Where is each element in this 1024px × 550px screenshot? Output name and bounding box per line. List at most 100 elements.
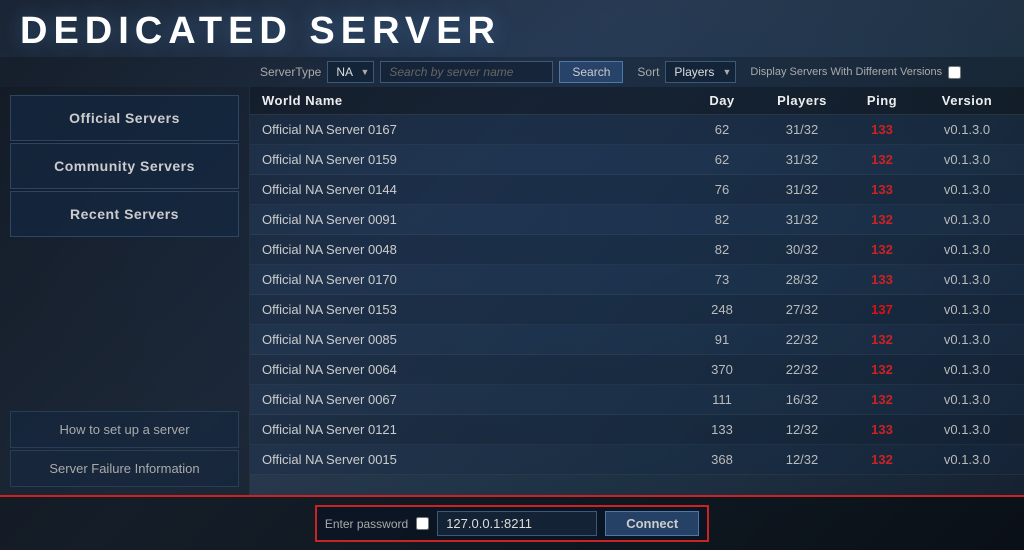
server-players: 22/32 [762, 362, 842, 377]
server-ping: 133 [842, 422, 922, 437]
sidebar-bottom: How to set up a server Server Failure In… [10, 411, 239, 487]
server-name: Official NA Server 0015 [262, 452, 682, 467]
table-row[interactable]: Official NA Server 0167 62 31/32 133 v0.… [250, 115, 1024, 145]
search-input[interactable] [380, 61, 553, 83]
server-ping: 132 [842, 392, 922, 407]
server-ping: 133 [842, 122, 922, 137]
server-version: v0.1.3.0 [922, 302, 1012, 317]
server-players: 27/32 [762, 302, 842, 317]
server-list-area: World Name Day Players Ping Version Offi… [250, 87, 1024, 495]
server-players: 31/32 [762, 122, 842, 137]
col-version-header: Version [922, 93, 1012, 108]
server-day: 76 [682, 182, 762, 197]
server-ping: 132 [842, 152, 922, 167]
server-version: v0.1.3.0 [922, 332, 1012, 347]
server-type-label: ServerType [260, 65, 321, 79]
server-ping: 132 [842, 332, 922, 347]
server-ping: 132 [842, 362, 922, 377]
server-players: 28/32 [762, 272, 842, 287]
server-day: 133 [682, 422, 762, 437]
server-day: 82 [682, 212, 762, 227]
server-name: Official NA Server 0091 [262, 212, 682, 227]
search-button[interactable]: Search [559, 61, 623, 83]
server-day: 370 [682, 362, 762, 377]
main-content: DEDICATED SERVER ServerType NA EU AS Sea… [0, 0, 1024, 550]
diff-versions-checkbox[interactable] [948, 66, 961, 79]
table-row[interactable]: Official NA Server 0085 91 22/32 132 v0.… [250, 325, 1024, 355]
sort-select[interactable]: Players Ping Day [665, 61, 736, 83]
table-header: World Name Day Players Ping Version [250, 87, 1024, 115]
server-version: v0.1.3.0 [922, 212, 1012, 227]
server-version: v0.1.3.0 [922, 452, 1012, 467]
ip-input[interactable] [437, 511, 597, 536]
sidebar-item-official[interactable]: Official Servers [10, 95, 239, 141]
sort-wrapper[interactable]: Players Ping Day [665, 61, 736, 83]
server-name: Official NA Server 0064 [262, 362, 682, 377]
table-row[interactable]: Official NA Server 0048 82 30/32 132 v0.… [250, 235, 1024, 265]
server-day: 111 [682, 392, 762, 407]
main-area: Official Servers Community Servers Recen… [0, 87, 1024, 495]
table-row[interactable]: Official NA Server 0067 111 16/32 132 v0… [250, 385, 1024, 415]
table-row[interactable]: Official NA Server 0121 133 12/32 133 v0… [250, 415, 1024, 445]
bottom-bar-inner: Enter password Connect [315, 505, 709, 542]
server-players: 30/32 [762, 242, 842, 257]
bottom-bar: Enter password Connect [0, 495, 1024, 550]
server-day: 82 [682, 242, 762, 257]
server-players: 31/32 [762, 152, 842, 167]
sidebar-item-recent[interactable]: Recent Servers [10, 191, 239, 237]
col-ping-header: Ping [842, 93, 922, 108]
table-row[interactable]: Official NA Server 0064 370 22/32 132 v0… [250, 355, 1024, 385]
server-version: v0.1.3.0 [922, 122, 1012, 137]
server-version: v0.1.3.0 [922, 152, 1012, 167]
server-day: 248 [682, 302, 762, 317]
table-row[interactable]: Official NA Server 0015 368 12/32 132 v0… [250, 445, 1024, 475]
server-day: 62 [682, 152, 762, 167]
server-version: v0.1.3.0 [922, 422, 1012, 437]
table-row[interactable]: Official NA Server 0091 82 31/32 132 v0.… [250, 205, 1024, 235]
col-day-header: Day [682, 93, 762, 108]
server-players: 12/32 [762, 452, 842, 467]
server-version: v0.1.3.0 [922, 392, 1012, 407]
server-name: Official NA Server 0067 [262, 392, 682, 407]
connect-button[interactable]: Connect [605, 511, 699, 536]
sidebar-item-failure[interactable]: Server Failure Information [10, 450, 239, 487]
server-players: 22/32 [762, 332, 842, 347]
server-ping: 132 [842, 212, 922, 227]
server-players: 16/32 [762, 392, 842, 407]
col-world-name: World Name [262, 93, 682, 108]
server-ping: 132 [842, 242, 922, 257]
server-name: Official NA Server 0121 [262, 422, 682, 437]
server-type-select[interactable]: NA EU AS [327, 61, 374, 83]
server-version: v0.1.3.0 [922, 272, 1012, 287]
server-ping: 133 [842, 182, 922, 197]
diff-versions-label: Display Servers With Different Versions [750, 66, 942, 78]
server-ping: 133 [842, 272, 922, 287]
sidebar-spacer [10, 239, 239, 409]
table-row[interactable]: Official NA Server 0170 73 28/32 133 v0.… [250, 265, 1024, 295]
server-day: 368 [682, 452, 762, 467]
server-name: Official NA Server 0159 [262, 152, 682, 167]
sidebar-item-howto[interactable]: How to set up a server [10, 411, 239, 448]
server-name: Official NA Server 0153 [262, 302, 682, 317]
server-name: Official NA Server 0167 [262, 122, 682, 137]
server-day: 91 [682, 332, 762, 347]
server-version: v0.1.3.0 [922, 242, 1012, 257]
server-name: Official NA Server 0085 [262, 332, 682, 347]
server-players: 31/32 [762, 182, 842, 197]
sidebar-item-community[interactable]: Community Servers [10, 143, 239, 189]
toolbar: ServerType NA EU AS Search Sort Players … [0, 57, 1024, 87]
sidebar-nav: Official Servers Community Servers Recen… [10, 95, 239, 409]
table-row[interactable]: Official NA Server 0144 76 31/32 133 v0.… [250, 175, 1024, 205]
server-name: Official NA Server 0170 [262, 272, 682, 287]
password-checkbox[interactable] [416, 517, 429, 530]
server-ping: 132 [842, 452, 922, 467]
server-version: v0.1.3.0 [922, 362, 1012, 377]
table-row[interactable]: Official NA Server 0153 248 27/32 137 v0… [250, 295, 1024, 325]
server-day: 73 [682, 272, 762, 287]
password-label: Enter password [325, 517, 408, 531]
header: DEDICATED SERVER [0, 0, 1024, 57]
table-row[interactable]: Official NA Server 0159 62 31/32 132 v0.… [250, 145, 1024, 175]
server-players: 12/32 [762, 422, 842, 437]
server-players: 31/32 [762, 212, 842, 227]
server-type-wrapper[interactable]: NA EU AS [327, 61, 374, 83]
